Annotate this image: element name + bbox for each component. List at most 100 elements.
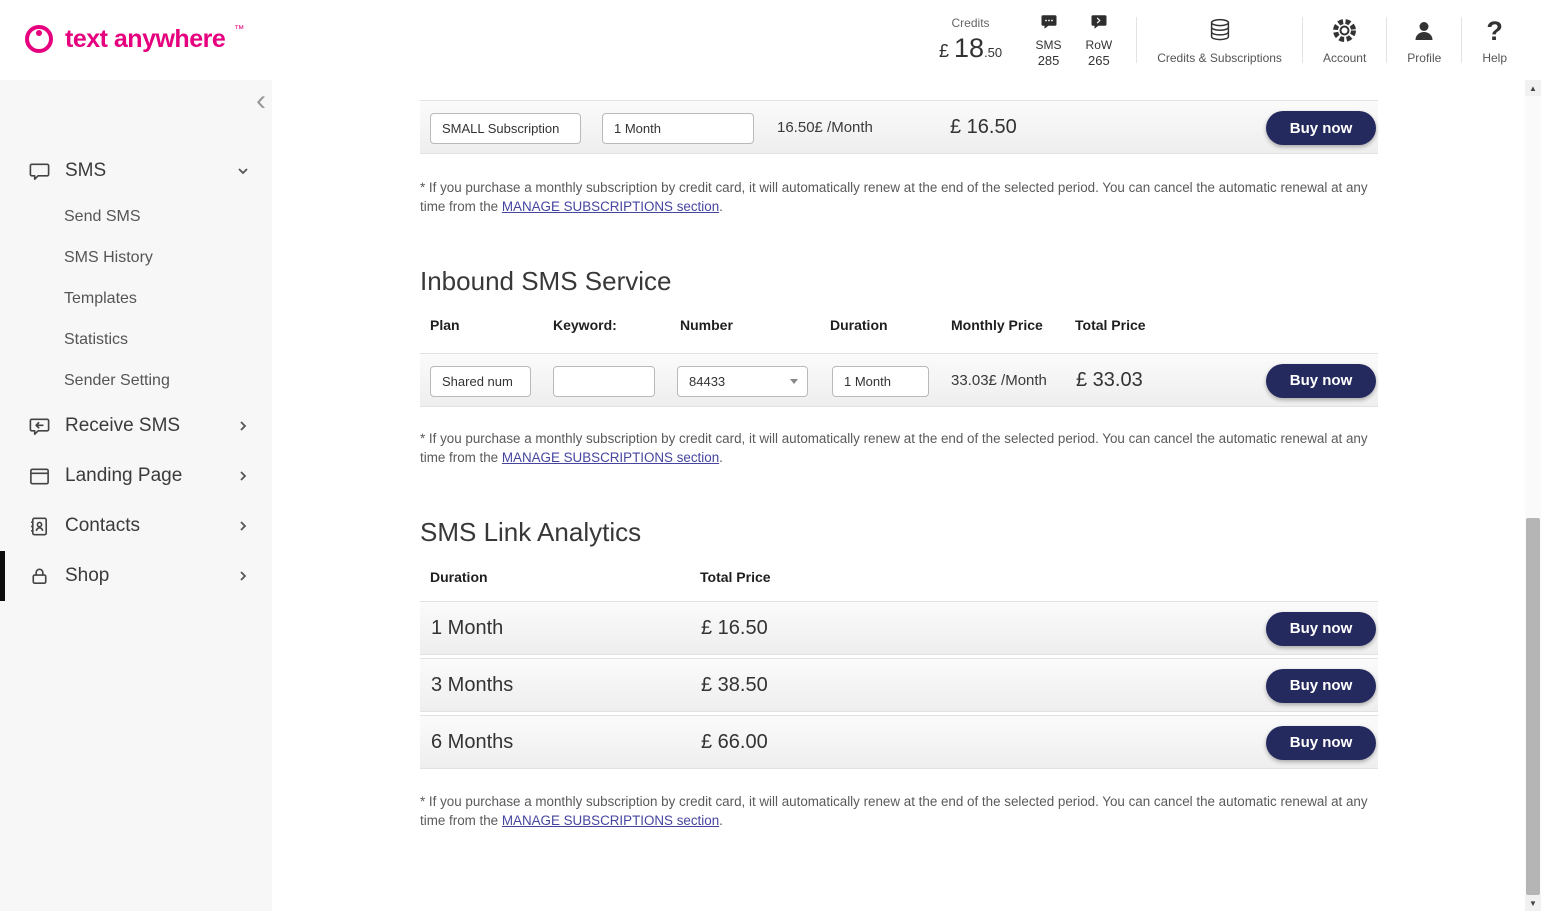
sidebar-subitem-label: Send SMS: [64, 208, 140, 226]
person-icon: [1412, 16, 1436, 46]
brand-logo-icon: [22, 22, 56, 61]
credits-subscriptions-button[interactable]: Credits & Subscriptions: [1137, 16, 1302, 65]
number-select[interactable]: 84433: [677, 366, 808, 397]
manage-subscriptions-link[interactable]: MANAGE SUBSCRIPTIONS section: [502, 199, 719, 214]
column-header-keyword: Keyword:: [553, 317, 617, 333]
chevron-right-icon: [236, 419, 250, 433]
sidebar-nav: SMS Send SMS SMS History Templates Stati…: [0, 146, 272, 601]
inbound-service-row: Shared num 84433 1 Month 33.03£ /Month £…: [420, 353, 1378, 407]
chevron-down-icon: [236, 164, 250, 178]
manage-subscriptions-link[interactable]: MANAGE SUBSCRIPTIONS section: [502, 813, 719, 828]
row-credit-badge[interactable]: RoW 265: [1086, 13, 1113, 68]
sidebar-item-sms-history[interactable]: SMS History: [0, 237, 272, 278]
account-button[interactable]: Account: [1303, 16, 1386, 65]
subscription-row: SMALL Subscription 1 Month 16.50£ /Month…: [420, 100, 1378, 154]
vertical-scrollbar[interactable]: ▲ ▼: [1525, 80, 1541, 911]
total-price: £ 16.50: [950, 116, 1017, 139]
inbound-duration-select[interactable]: 1 Month: [832, 366, 929, 397]
sidebar-item-send-sms[interactable]: Send SMS: [0, 196, 272, 237]
sidebar-subitem-label: SMS History: [64, 249, 153, 267]
analytics-price: £ 66.00: [701, 731, 768, 754]
sidebar-item-templates[interactable]: Templates: [0, 278, 272, 319]
sidebar: ‹ SMS Send SMS SMS History Te: [0, 80, 272, 911]
analytics-duration: 1 Month: [431, 617, 503, 640]
topbar-right-cluster: Credits £ 18.50 SMS 285: [936, 0, 1527, 80]
sidebar-collapse-toggle[interactable]: ‹: [250, 84, 272, 118]
sidebar-item-sms[interactable]: SMS: [0, 146, 272, 196]
credits-balance: Credits £ 18.50: [936, 16, 1006, 64]
sidebar-item-contacts[interactable]: Contacts: [0, 501, 272, 551]
receive-sms-icon: [28, 415, 52, 438]
duration-select[interactable]: 1 Month: [602, 113, 754, 144]
analytics-disclaimer: * If you purchase a monthly subscription…: [420, 792, 1378, 831]
credits-subscriptions-label: Credits & Subscriptions: [1157, 51, 1282, 65]
sms-link-analytics-title: SMS Link Analytics: [420, 515, 1378, 549]
inbound-table-header: Plan Keyword: Number Duration Monthly Pr…: [420, 317, 1378, 334]
buy-now-button[interactable]: Buy now: [1266, 726, 1376, 760]
page: text anywhere ™ Credits £ 18.50 SMS 285: [0, 0, 1541, 911]
sms-badge-count: 285: [1038, 53, 1060, 68]
subscription-disclaimer: * If you purchase a monthly subscription…: [420, 178, 1378, 217]
buy-now-button[interactable]: Buy now: [1266, 612, 1376, 646]
keyword-input[interactable]: [553, 366, 655, 397]
inbound-monthly-price: 33.03£ /Month: [951, 372, 1047, 389]
sidebar-subitem-label: Templates: [64, 290, 137, 308]
sidebar-item-statistics[interactable]: Statistics: [0, 319, 272, 360]
plan-select[interactable]: SMALL Subscription: [430, 113, 581, 144]
column-header-number: Number: [680, 317, 733, 333]
contact-book-icon: [28, 515, 52, 538]
buy-now-button[interactable]: Buy now: [1266, 111, 1376, 145]
buy-now-button[interactable]: Buy now: [1266, 669, 1376, 703]
analytics-row: 3 Months £ 38.50 Buy now: [420, 658, 1378, 712]
manage-subscriptions-link[interactable]: MANAGE SUBSCRIPTIONS section: [502, 450, 719, 465]
analytics-duration: 3 Months: [431, 674, 513, 697]
analytics-table-header: Duration Total Price: [420, 569, 1378, 586]
inbound-sms-title: Inbound SMS Service: [420, 264, 1378, 298]
sms-badge-label: SMS: [1036, 38, 1062, 52]
question-mark-icon: ?: [1486, 16, 1503, 46]
sidebar-item-label: Receive SMS: [65, 415, 180, 437]
analytics-duration: 6 Months: [431, 731, 513, 754]
sidebar-item-landing-page[interactable]: Landing Page: [0, 451, 272, 501]
chevron-down-icon: [790, 379, 798, 384]
column-header-total-price: Total Price: [1075, 317, 1146, 333]
inbound-total-price: £ 33.03: [1076, 369, 1143, 392]
buy-now-button[interactable]: Buy now: [1266, 364, 1376, 398]
scroll-down-arrow-icon[interactable]: ▼: [1525, 895, 1541, 911]
sidebar-item-label: Landing Page: [65, 465, 182, 487]
sms-credit-badge[interactable]: SMS 285: [1036, 13, 1062, 68]
credits-label: Credits: [936, 16, 1006, 30]
brand-logo[interactable]: text anywhere ™: [22, 22, 244, 61]
column-header-duration: Duration: [430, 569, 488, 585]
top-header: text anywhere ™ Credits £ 18.50 SMS 285: [0, 0, 1541, 80]
sidebar-item-receive-sms[interactable]: Receive SMS: [0, 401, 272, 451]
analytics-row: 6 Months £ 66.00 Buy now: [420, 715, 1378, 769]
help-button[interactable]: ? Help: [1462, 16, 1527, 65]
column-header-monthly-price: Monthly Price: [951, 317, 1043, 333]
coins-icon: [1205, 16, 1235, 46]
brand-trademark: ™: [234, 24, 244, 35]
profile-button[interactable]: Profile: [1387, 16, 1461, 65]
sidebar-item-sender-setting[interactable]: Sender Setting: [0, 360, 272, 401]
chevron-right-icon: [236, 519, 250, 533]
help-label: Help: [1482, 51, 1507, 65]
inbound-disclaimer: * If you purchase a monthly subscription…: [420, 429, 1378, 468]
browser-window-icon: [28, 465, 52, 488]
sidebar-item-label: Contacts: [65, 515, 140, 537]
scroll-up-arrow-icon[interactable]: ▲: [1525, 80, 1541, 96]
scrollbar-thumb[interactable]: [1526, 518, 1540, 895]
inbound-plan-select[interactable]: Shared num: [430, 366, 531, 397]
active-item-indicator: [0, 551, 5, 601]
analytics-row: 1 Month £ 16.50 Buy now: [420, 601, 1378, 655]
column-header-duration: Duration: [830, 317, 888, 333]
lock-icon: [28, 565, 52, 588]
profile-label: Profile: [1407, 51, 1441, 65]
brand-logo-text: text anywhere: [65, 22, 225, 56]
sidebar-subitem-label: Sender Setting: [64, 372, 170, 390]
sidebar-item-label: Shop: [65, 565, 109, 587]
sidebar-item-shop[interactable]: Shop: [0, 551, 272, 601]
row-badge-count: 265: [1088, 53, 1110, 68]
main-content: SMALL Subscription 1 Month 16.50£ /Month…: [272, 80, 1525, 911]
column-header-total-price: Total Price: [700, 569, 771, 585]
row-badge-label: RoW: [1086, 38, 1113, 52]
